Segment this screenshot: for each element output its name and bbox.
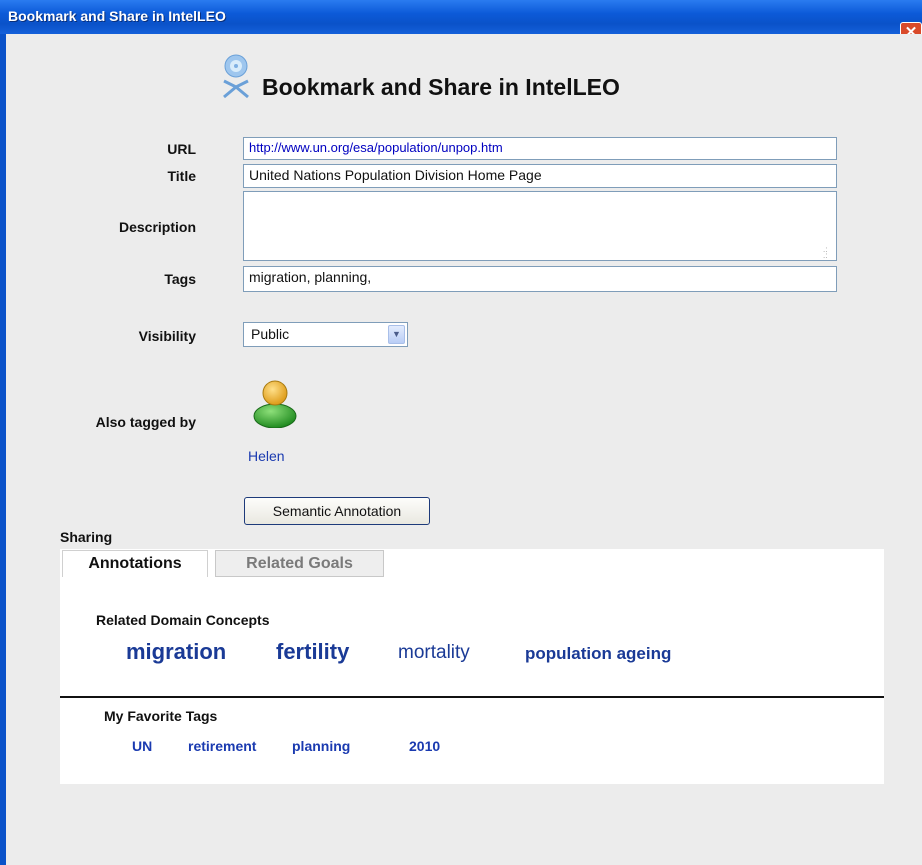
sharing-panel	[60, 549, 884, 784]
window-title: Bookmark and Share in IntelLEO	[8, 8, 226, 24]
concept-link[interactable]: migration	[126, 639, 226, 665]
tab-related-goals[interactable]: Related Goals	[215, 550, 384, 577]
intelleo-logo-icon	[223, 54, 249, 99]
title-label: Title	[167, 168, 196, 184]
description-field[interactable]: .:.:	[243, 191, 837, 261]
visibility-value: Public	[251, 326, 290, 342]
url-field[interactable]: http://www.un.org/esa/population/unpop.h…	[243, 137, 837, 160]
concept-link[interactable]: mortality	[398, 642, 470, 664]
also-tagged-label: Also tagged by	[95, 414, 196, 430]
visibility-label: Visibility	[138, 328, 196, 344]
title-field[interactable]: United Nations Population Division Home …	[243, 164, 837, 188]
tags-label: Tags	[164, 271, 196, 287]
favorite-tag[interactable]: retirement	[188, 738, 256, 754]
tags-field[interactable]: migration, planning,	[243, 266, 837, 292]
semantic-annotation-button[interactable]: Semantic Annotation	[244, 497, 430, 525]
visibility-select[interactable]: Public ▼	[243, 322, 408, 347]
concept-link[interactable]: population ageing	[525, 644, 671, 664]
sharing-label: Sharing	[60, 529, 113, 545]
section-divider	[60, 696, 884, 698]
page-title: Bookmark and Share in IntelLEO	[262, 74, 620, 100]
favorite-tag[interactable]: planning	[292, 738, 350, 754]
favorite-tag[interactable]: UN	[132, 738, 152, 754]
url-label: URL	[167, 141, 196, 157]
related-concepts-heading: Related Domain Concepts	[96, 612, 270, 628]
description-label: Description	[118, 219, 196, 235]
window-titlebar: Bookmark and Share in IntelLEO	[0, 0, 922, 34]
user-link-helen[interactable]: Helen	[248, 448, 285, 464]
user-avatar-icon[interactable]	[252, 378, 298, 428]
concept-link[interactable]: fertility	[276, 639, 349, 665]
favorite-tag[interactable]: 2010	[409, 738, 440, 754]
favorite-tags-heading: My Favorite Tags	[104, 708, 218, 724]
resize-grip-icon[interactable]: .:.:	[823, 246, 833, 260]
chevron-down-icon[interactable]: ▼	[388, 325, 405, 344]
tab-annotations[interactable]: Annotations	[62, 550, 208, 577]
